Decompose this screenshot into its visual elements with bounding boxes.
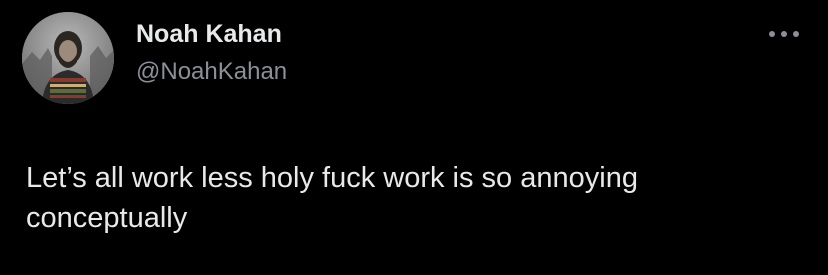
author-avatar[interactable]: [22, 12, 114, 104]
author-handle[interactable]: @NoahKahan: [136, 56, 287, 88]
dot: [781, 31, 787, 37]
tweet-card: Noah Kahan @NoahKahan Let’s all work les…: [0, 0, 828, 275]
dot: [793, 31, 799, 37]
author-display-name[interactable]: Noah Kahan: [136, 18, 282, 50]
profile-photo-icon: [22, 12, 114, 104]
tweet-text: Let’s all work less holy fuck work is so…: [26, 162, 638, 234]
dot: [769, 31, 775, 37]
more-options-icon[interactable]: [764, 22, 804, 46]
